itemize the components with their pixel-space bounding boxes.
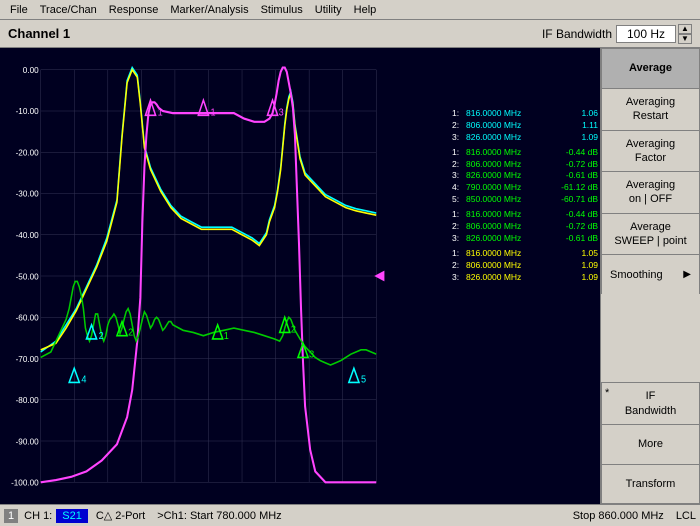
svg-text:2: 2 [128,327,133,338]
channel-label: Channel 1 [8,26,542,41]
bw-up-arrow[interactable]: ▲ [678,24,692,34]
status-mode-label: C△ 2-Port [96,509,145,522]
svg-text:-90.00: -90.00 [16,436,39,446]
smoothing-label: Smoothing [610,268,663,282]
svg-text:-10.00: -10.00 [16,106,39,116]
bandwidth-arrows: ▲ ▼ [678,24,692,44]
btn-smoothing[interactable]: Smoothing ▶ [601,254,700,294]
status-ch-label: CH 1: [24,510,52,522]
btn-averaging-onoff[interactable]: Averagingon | OFF [601,171,700,213]
spacer [601,294,700,382]
svg-text:5: 5 [361,374,366,385]
star-marker-icon: * [605,386,609,400]
svg-text:3: 3 [309,349,314,360]
chart-container[interactable]: Tr 1 S11 SWR 0.100U/ 1.00U Tr 3 S12 LogM… [0,48,600,504]
btn-if-bandwidth[interactable]: * IFBandwidth [601,382,700,424]
menu-utility[interactable]: Utility [309,3,348,17]
svg-text:0.00: 0.00 [23,65,39,75]
svg-text:-80.00: -80.00 [16,395,39,405]
svg-text:-20.00: -20.00 [16,147,39,157]
btn-average-sweep-point[interactable]: AverageSWEEP | point [601,213,700,255]
menu-stimulus[interactable]: Stimulus [255,3,309,17]
svg-text:4: 4 [81,374,86,385]
btn-averaging-restart[interactable]: AveragingRestart [601,88,700,130]
svg-text:-50.00: -50.00 [16,271,39,281]
svg-text:-70.00: -70.00 [16,354,39,364]
status-s21-label[interactable]: S21 [56,509,88,523]
svg-text:1: 1 [211,107,216,118]
status-lcl: LCL [676,510,696,522]
svg-text:3: 3 [279,107,284,118]
svg-text:-40.00: -40.00 [16,230,39,240]
status-start-freq: >Ch1: Start 780.000 MHz [157,510,281,522]
bw-down-arrow[interactable]: ▼ [678,34,692,44]
main-area: Tr 1 S11 SWR 0.100U/ 1.00U Tr 3 S12 LogM… [0,48,700,504]
menu-marker-analysis[interactable]: Marker/Analysis [164,3,254,17]
svg-text:-60.00: -60.00 [16,312,39,322]
btn-average[interactable]: Average [601,48,700,88]
svg-text:1: 1 [224,331,229,342]
if-bandwidth-value[interactable]: 100 Hz [616,25,676,43]
menu-file[interactable]: File [4,3,34,17]
btn-more[interactable]: More [601,424,700,464]
menu-response[interactable]: Response [103,3,165,17]
marker-data-overlay: 1: 816.0000 MHz 1.06 2: 806.0000 MHz 1.1… [452,108,598,284]
right-panel: Average AveragingRestart AveragingFactor… [600,48,700,504]
status-stop-freq: Stop 860.000 MHz [573,510,664,522]
svg-text:1: 1 [158,107,163,118]
status-channel-number: 1 [4,509,18,523]
smoothing-arrow-icon: ▶ [683,268,691,281]
if-bandwidth-label: IF Bandwidth [542,27,612,41]
menu-help[interactable]: Help [348,3,383,17]
top-bar: Channel 1 IF Bandwidth 100 Hz ▲ ▼ [0,20,700,48]
btn-averaging-factor[interactable]: AveragingFactor [601,130,700,172]
svg-text:-30.00: -30.00 [16,188,39,198]
svg-text:-100.00: -100.00 [11,477,39,487]
status-bar: 1 CH 1: S21 C△ 2-Port >Ch1: Start 780.00… [0,504,700,526]
menu-bar: File Trace/Chan Response Marker/Analysis… [0,0,700,20]
menu-trace-chan[interactable]: Trace/Chan [34,3,103,17]
svg-text:2: 2 [99,331,104,342]
btn-transform[interactable]: Transform [601,464,700,504]
svg-text:2: 2 [291,324,296,335]
